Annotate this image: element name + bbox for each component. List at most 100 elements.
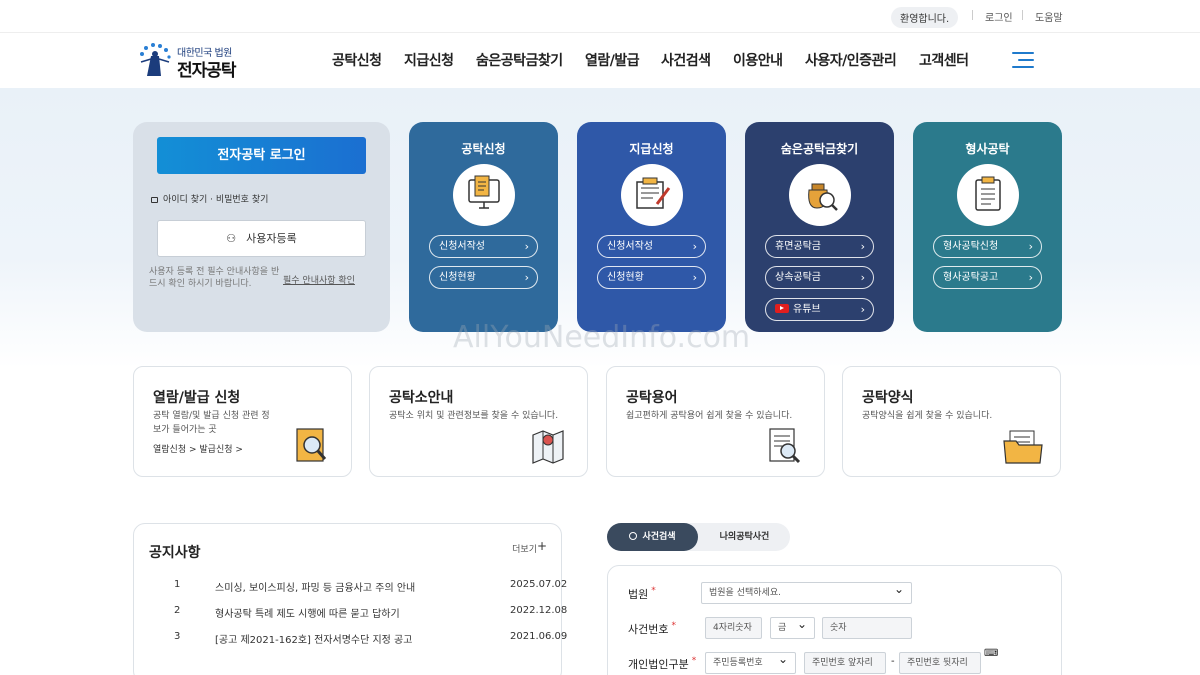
pill-label: 형사공탁신청 [943, 241, 999, 252]
court-emblem-icon [140, 43, 171, 76]
tab-my-cases[interactable]: 나의공탁사건 [699, 523, 790, 551]
card-hidden-deposit: 숨은공탁금찾기 휴면공탁금 › 상속공탁금 › 유튜브 › [745, 122, 894, 332]
case-number-label: 사건번호 * [628, 621, 676, 637]
nav-hidden-deposit[interactable]: 숨은공탁금찾기 [476, 50, 563, 70]
service-desc: 공탁소 위치 및 관련정보를 찾을 수 있습니다. [389, 411, 559, 421]
pill-label: 신청서작성 [439, 241, 485, 252]
pill-label: 상속공탁금 [775, 272, 821, 283]
chevron-right-icon: › [692, 240, 697, 253]
money-bag-search-icon [789, 164, 851, 226]
chevron-right-icon: › [1028, 240, 1033, 253]
monitor-document-icon [453, 164, 515, 226]
login-link[interactable]: 로그인 [985, 9, 1013, 24]
service-view-issue[interactable]: 열람/발급 신청 공탁 열람/및 발급 신청 관련 정보가 들어가는 곳 열람신… [133, 366, 352, 477]
link-criminal-apply[interactable]: 형사공탁신청 › [933, 235, 1042, 258]
notice-panel: 공지사항 더보기 + 1 스미싱, 보이스피싱, 파밍 등 금융사고 주의 안내… [133, 523, 567, 675]
resident-front-input[interactable]: 주민번호 앞자리 [804, 652, 886, 674]
notice-number: 2 [174, 605, 181, 616]
nav-customer-center[interactable]: 고객센터 [919, 50, 969, 70]
required-notice-link[interactable]: 필수 안내사항 확인 [283, 273, 355, 286]
tab-case-search[interactable]: 사건검색 [607, 523, 698, 551]
service-links[interactable]: 열람신청 > 발급신청 > [153, 442, 243, 455]
notice-subject[interactable]: 스미싱, 보이스피싱, 파밍 등 금융사고 주의 안내 [215, 579, 415, 594]
watermark-text: AllYouNeedInfo.com [453, 320, 751, 355]
service-office-guide[interactable]: 공탁소안내 공탁소 위치 및 관련정보를 찾을 수 있습니다. [369, 366, 588, 477]
find-account-link[interactable]: 아이디 찾기 · 비밀번호 찾기 [151, 192, 268, 205]
pill-label: 신청현황 [607, 272, 644, 283]
document-pen-icon [621, 164, 683, 226]
dash-separator: - [891, 656, 895, 667]
search-tabs: 사건검색 나의공탁사건 [607, 523, 790, 551]
notice-row[interactable]: 1 스미싱, 보이스피싱, 파밍 등 금융사고 주의 안내 2025.07.02 [134, 579, 567, 599]
case-search-form: 법원* 법원을 선택하세요. 사건번호* 4자리숫자 금 숫자 개인법인구분* … [607, 565, 1062, 675]
chevron-right-icon: › [1028, 271, 1033, 284]
card-payment-apply: 지급신청 신청서작성 › 신청현황 › [577, 122, 726, 332]
card-criminal-deposit: 형사공탁 형사공탁신청 › 형사공탁공고 › [913, 122, 1062, 332]
top-utility-bar: 환영합니다. 로그인 도움말 [0, 0, 1200, 32]
logo[interactable]: 대한민국 법원 전자공탁 [137, 42, 247, 82]
help-link[interactable]: 도움말 [1035, 9, 1063, 24]
menu-icon[interactable] [1012, 52, 1034, 68]
link-youtube[interactable]: 유튜브 › [765, 298, 874, 321]
person-type-label: 개인법인구분 * [628, 656, 696, 672]
clipboard-icon [957, 164, 1019, 226]
id-type-select[interactable]: 주민등록번호 [705, 649, 796, 674]
pill-label: 유튜브 [793, 304, 821, 315]
link-application-status[interactable]: 신청현황 › [597, 266, 706, 289]
service-forms[interactable]: 공탁양식 공탁양식을 쉽게 찾을 수 있습니다. [842, 366, 1061, 477]
service-desc: 쉽고편하게 공탁용어 쉽게 찾을 수 있습니다. [626, 411, 793, 421]
nav-deposit-apply[interactable]: 공탁신청 [332, 50, 382, 70]
user-icon: ⚇ [226, 232, 237, 245]
notice-subject[interactable]: 형사공탁 특례 제도 시행에 따른 묻고 답하기 [215, 605, 400, 620]
nav-case-search[interactable]: 사건검색 [661, 50, 711, 70]
notice-title: 공지사항 [149, 545, 201, 561]
required-mark: * [671, 621, 676, 631]
service-title: 공탁용어 [626, 390, 678, 406]
court-select[interactable]: 법원을 선택하세요. [701, 579, 912, 604]
chevron-right-icon: › [524, 240, 529, 253]
register-label: 사용자등록 [246, 232, 297, 245]
service-title: 공탁소안내 [389, 390, 454, 406]
login-panel: 전자공탁 로그인 아이디 찾기 · 비밀번호 찾기 ⚇ 사용자등록 사용자 등록 … [133, 122, 390, 332]
resident-back-input[interactable]: 주민번호 뒷자리 [899, 652, 981, 674]
card-title: 지급신청 [629, 142, 674, 156]
search-icon [629, 532, 638, 540]
case-year-input[interactable]: 4자리숫자 [705, 617, 762, 639]
document-magnifier-icon [293, 425, 331, 465]
more-link[interactable]: 더보기 [512, 542, 537, 555]
youtube-icon [775, 304, 789, 313]
login-button[interactable]: 전자공탁 로그인 [157, 137, 366, 174]
chevron-right-icon: › [860, 271, 865, 284]
label-text: 사건번호 [628, 623, 669, 636]
register-notice: 사용자 등록 전 필수 안내사항을 반드시 확인 하시기 바랍니다. [149, 267, 280, 289]
notice-row[interactable]: 2 형사공탁 특례 제도 시행에 따른 묻고 답하기 2022.12.08 [134, 605, 567, 625]
lock-icon [151, 197, 158, 203]
link-inheritance-deposit[interactable]: 상속공탁금 › [765, 266, 874, 289]
court-label: 법원 * [628, 586, 656, 602]
keyboard-icon[interactable]: ⌨ [984, 648, 998, 659]
notice-date: 2025.07.02 [510, 579, 568, 590]
link-application-status[interactable]: 신청현황 › [429, 266, 538, 289]
link-criminal-notice[interactable]: 형사공탁공고 › [933, 266, 1042, 289]
case-kind-select[interactable]: 금 [770, 614, 815, 639]
plus-icon[interactable]: + [537, 539, 547, 553]
notice-subject[interactable]: [공고 제2021-162호] 전자서명수단 지정 공고 [215, 631, 412, 646]
service-terms[interactable]: 공탁용어 쉽고편하게 공탁용어 쉽게 찾을 수 있습니다. [606, 366, 825, 477]
logo-title: 전자공탁 [177, 61, 237, 81]
link-write-application[interactable]: 신청서작성 › [597, 235, 706, 258]
nav-payment-apply[interactable]: 지급신청 [404, 50, 454, 70]
card-deposit-apply: 공탁신청 신청서작성 › 신청현황 › [409, 122, 558, 332]
chevron-right-icon: › [860, 240, 865, 253]
notice-date: 2021.06.09 [510, 631, 568, 642]
chevron-right-icon: › [860, 303, 865, 316]
case-number-input[interactable]: 숫자 [822, 617, 912, 639]
nav-view-issue[interactable]: 열람/발급 [585, 50, 640, 70]
nav-guide[interactable]: 이용안내 [733, 50, 783, 70]
glossary-search-icon [766, 425, 804, 465]
nav-user-auth[interactable]: 사용자/인증관리 [805, 50, 897, 70]
register-button[interactable]: ⚇ 사용자등록 [157, 220, 366, 257]
link-dormant-deposit[interactable]: 휴면공탁금 › [765, 235, 874, 258]
main-header: 대한민국 법원 전자공탁 공탁신청 지급신청 숨은공탁금찾기 열람/발급 사건검… [0, 32, 1200, 88]
notice-row[interactable]: 3 [공고 제2021-162호] 전자서명수단 지정 공고 2021.06.0… [134, 631, 567, 651]
link-write-application[interactable]: 신청서작성 › [429, 235, 538, 258]
